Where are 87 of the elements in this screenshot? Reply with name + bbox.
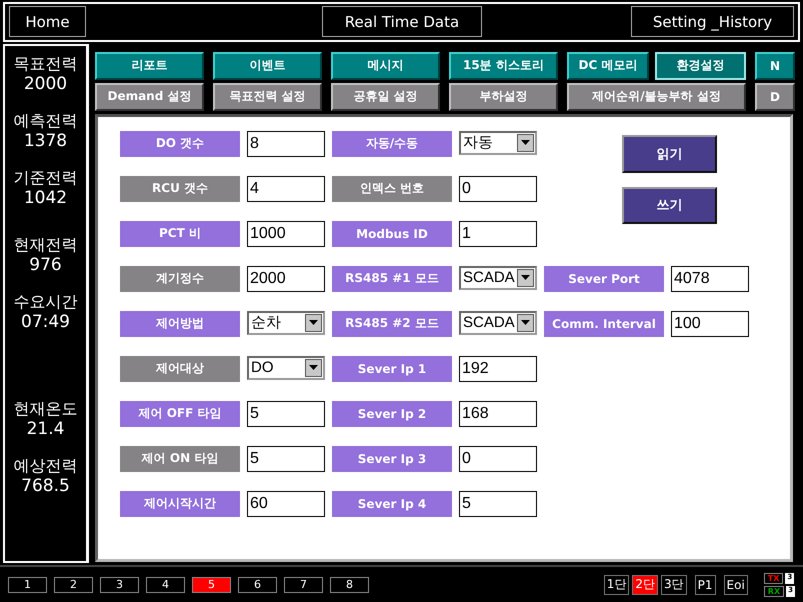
setting-history-button[interactable]: Setting _History bbox=[631, 6, 794, 38]
status-button[interactable]: P1 bbox=[694, 574, 716, 595]
stage-button[interactable]: 1단 bbox=[604, 574, 630, 595]
dropdown[interactable]: 순차 bbox=[247, 310, 325, 335]
field-label: RS485 #2 모드 bbox=[332, 310, 452, 337]
field-label: 계기정수 bbox=[120, 266, 240, 292]
home-button[interactable]: Home bbox=[9, 6, 86, 38]
input-field[interactable]: 1 bbox=[459, 220, 537, 247]
menu-button[interactable]: 이벤트 bbox=[213, 52, 322, 80]
dropdown[interactable]: SCADA bbox=[459, 266, 537, 290]
menu-button[interactable]: N bbox=[755, 52, 795, 80]
field-label: Sever Ip 1 bbox=[332, 356, 452, 382]
metric-value: 07:49 bbox=[21, 312, 70, 332]
metric-label: 목표전력 bbox=[14, 54, 78, 74]
metric-label: 예상전력 bbox=[14, 456, 78, 476]
dropdown[interactable]: 자동 bbox=[459, 130, 537, 155]
signal-indicator: TX bbox=[764, 572, 784, 584]
menu-button[interactable]: 리포트 bbox=[95, 52, 204, 80]
metric-value: 976 bbox=[29, 254, 62, 275]
metric-label: 수요시간 bbox=[14, 292, 78, 312]
field-label: 제어방법 bbox=[120, 310, 240, 337]
menu-button[interactable]: 15분 히스토리 bbox=[449, 52, 558, 80]
input-field[interactable]: 5 bbox=[247, 400, 325, 427]
field-label: 제어대상 bbox=[120, 356, 240, 382]
page-button[interactable]: 5 bbox=[192, 576, 231, 593]
menu-button[interactable]: Demand 설정 bbox=[95, 82, 204, 111]
input-field[interactable]: 8 bbox=[247, 130, 325, 157]
page-button[interactable]: 6 bbox=[238, 576, 277, 593]
input-field[interactable]: 4 bbox=[247, 176, 325, 202]
field-label: Sever Port bbox=[544, 266, 664, 292]
metric-value: 768.5 bbox=[21, 476, 70, 496]
input-field[interactable]: 2000 bbox=[247, 266, 325, 292]
field-label: RS485 #1 모드 bbox=[332, 266, 452, 292]
dropdown[interactable]: SCADA bbox=[459, 310, 537, 335]
field-label: Sever Ip 2 bbox=[332, 400, 452, 427]
page-button[interactable]: 3 bbox=[100, 576, 139, 593]
field-label: PCT 비 bbox=[120, 220, 240, 247]
menu-button[interactable]: 공휴일 설정 bbox=[331, 82, 440, 111]
menu-button[interactable]: 제어순위/불능부하 설정 bbox=[567, 82, 746, 111]
metric-value: 1042 bbox=[24, 188, 68, 208]
input-field[interactable]: 0 bbox=[459, 176, 537, 202]
page-button[interactable]: 7 bbox=[284, 576, 323, 593]
field-label: DO 갯수 bbox=[120, 130, 240, 157]
input-field[interactable]: 1000 bbox=[247, 220, 325, 247]
action-button[interactable]: 읽기 bbox=[622, 134, 717, 173]
page-button[interactable]: 4 bbox=[146, 576, 185, 593]
input-field[interactable]: 0 bbox=[459, 446, 537, 472]
field-label: 제어 ON 타임 bbox=[120, 446, 240, 472]
menu-button[interactable]: 환경설정 bbox=[655, 52, 746, 80]
metric-value: 21.4 bbox=[26, 418, 64, 439]
field-label: 자동/수동 bbox=[332, 130, 452, 157]
field-label: 제어 OFF 타임 bbox=[120, 400, 240, 427]
metric-label: 기준전력 bbox=[14, 168, 78, 188]
status-button[interactable]: Eoi bbox=[724, 574, 748, 595]
menu-button[interactable]: D bbox=[755, 82, 795, 111]
field-label: Comm. Interval bbox=[544, 310, 664, 337]
field-label: 인덱스 번호 bbox=[332, 176, 452, 202]
metric-label: 현재전력 bbox=[14, 234, 78, 255]
menu-button[interactable]: 부하설정 bbox=[449, 82, 558, 111]
real-time-data-button[interactable]: Real Time Data bbox=[322, 6, 482, 38]
page-button[interactable]: 8 bbox=[330, 576, 369, 593]
metric-value: 1378 bbox=[24, 130, 68, 151]
menu-button[interactable]: 목표전력 설정 bbox=[213, 82, 322, 111]
field-label: Sever Ip 4 bbox=[332, 490, 452, 517]
input-field[interactable]: 100 bbox=[671, 310, 749, 337]
metric-label: 예측전력 bbox=[14, 110, 78, 131]
stage-button[interactable]: 2단 bbox=[632, 574, 658, 595]
input-field[interactable]: 192 bbox=[459, 356, 537, 382]
menu-button[interactable]: 메시지 bbox=[331, 52, 440, 80]
field-label: 제어시작시간 bbox=[120, 490, 240, 517]
metric-label: 현재온도 bbox=[14, 398, 78, 419]
stage-button[interactable]: 3단 bbox=[661, 574, 687, 595]
input-field[interactable]: 5 bbox=[247, 446, 325, 472]
page-button[interactable]: 1 bbox=[8, 576, 47, 593]
input-field[interactable]: 168 bbox=[459, 400, 537, 427]
menu-button[interactable]: DC 메모리 bbox=[567, 52, 649, 80]
signal-indicator: RX bbox=[764, 586, 784, 597]
action-button[interactable]: 쓰기 bbox=[622, 186, 717, 224]
field-label: RCU 갯수 bbox=[120, 176, 240, 202]
input-field[interactable]: 60 bbox=[247, 490, 325, 517]
input-field[interactable]: 5 bbox=[459, 490, 537, 517]
dropdown[interactable]: DO bbox=[247, 356, 325, 380]
page-button[interactable]: 2 bbox=[54, 576, 93, 593]
field-label: Sever Ip 3 bbox=[332, 446, 452, 472]
input-field[interactable]: 4078 bbox=[671, 266, 749, 292]
metric-value: 2000 bbox=[24, 74, 68, 94]
field-label: Modbus ID bbox=[332, 220, 452, 247]
